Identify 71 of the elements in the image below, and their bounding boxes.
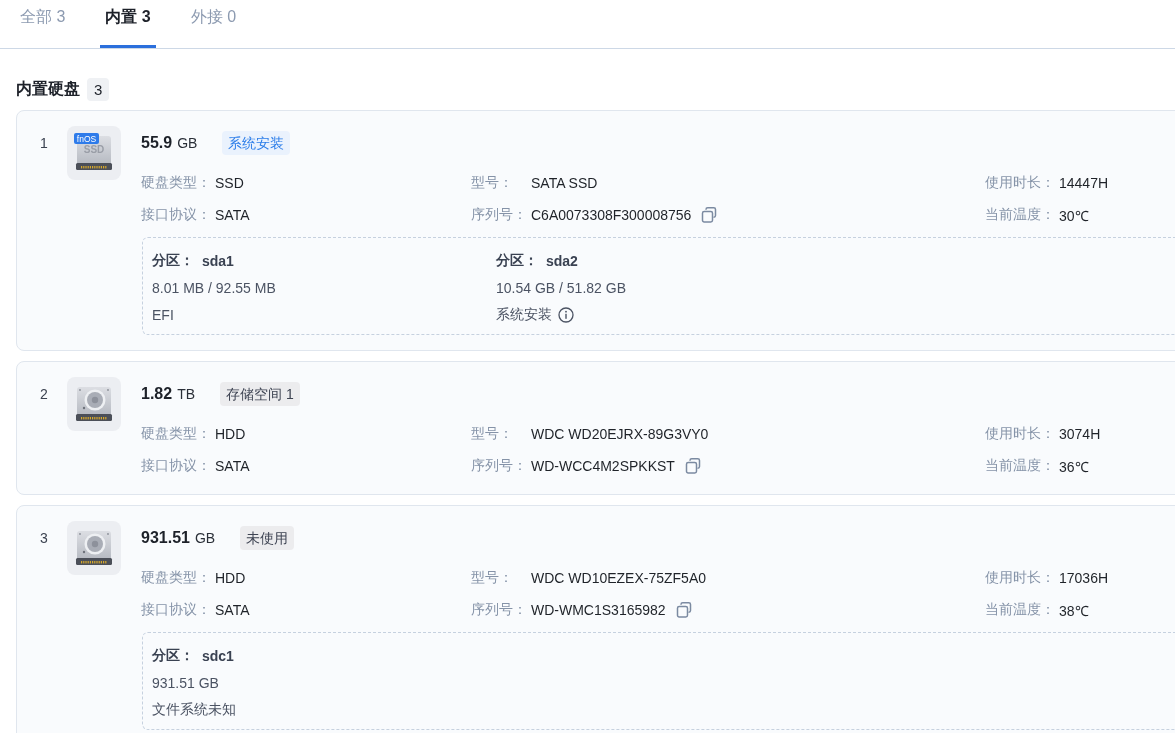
field-value: 30℃ — [1059, 206, 1089, 225]
field-label: 型号： — [471, 569, 514, 587]
field-value: WD-WMC1S3165982 — [531, 602, 666, 618]
field-label: 序列号： — [471, 457, 528, 475]
copy-icon[interactable] — [701, 207, 718, 223]
partition-filesystem: 文件系统未知 — [152, 700, 236, 719]
tab[interactable]: 外接 0 — [185, 0, 242, 48]
partition-filesystem: 系统安装 — [496, 305, 552, 324]
disk-index: 3 — [40, 529, 49, 548]
partition-name: sda1 — [202, 252, 234, 269]
section-title: 内置硬盘 — [16, 78, 80, 99]
field-value: WD-WCC4M2SPKKST — [531, 458, 675, 474]
capacity-unit: TB — [177, 386, 196, 402]
field-value: SSD — [215, 175, 244, 191]
capacity-unit: GB — [177, 135, 198, 151]
partition-label: 分区： — [152, 251, 194, 270]
field-label: 当前温度： — [985, 601, 1056, 619]
field-value: 36℃ — [1059, 457, 1089, 476]
field-value: SATA — [215, 207, 250, 223]
capacity-value: 1.82 — [141, 385, 173, 403]
disk-index: 1 — [40, 134, 49, 153]
hard-drive-icon — [67, 521, 121, 575]
field-value: SATA — [215, 458, 250, 474]
field-value: SATA — [215, 602, 250, 618]
field-label: 当前温度： — [985, 206, 1056, 224]
partition-usage: 8.01 MB / 92.55 MB — [152, 279, 276, 296]
partition-name: sdc1 — [202, 647, 234, 664]
field-value: 3074H — [1059, 426, 1101, 442]
field-label: 使用时长： — [985, 569, 1056, 587]
info-icon[interactable] — [558, 306, 574, 323]
partition-usage: 10.54 GB / 51.82 GB — [496, 279, 626, 296]
field-value: 38℃ — [1059, 601, 1089, 620]
tab[interactable]: 内置 3 — [100, 0, 156, 48]
disk-index: 2 — [40, 385, 49, 404]
field-label: 使用时长： — [985, 425, 1056, 443]
field-label: 当前温度： — [985, 457, 1056, 475]
field-label: 接口协议： — [141, 601, 212, 619]
field-value: HDD — [215, 426, 246, 442]
status-tag: 存储空间 1 — [220, 382, 300, 406]
partition-filesystem: EFI — [152, 306, 174, 323]
field-label: 序列号： — [471, 601, 528, 619]
field-value: C6A0073308F300008756 — [531, 207, 692, 223]
copy-icon[interactable] — [675, 602, 692, 618]
field-label: 型号： — [471, 174, 514, 192]
partition-label: 分区： — [496, 251, 538, 270]
field-label: 接口协议： — [141, 457, 212, 475]
field-value: WDC WD10EZEX-75ZF5A0 — [531, 570, 707, 586]
field-label: 接口协议： — [141, 206, 212, 224]
partition-label: 分区： — [152, 646, 194, 665]
status-tag: 未使用 — [240, 526, 295, 550]
field-value: 17036H — [1059, 570, 1109, 586]
field-label: 硬盘类型： — [141, 174, 212, 192]
field-label: 型号： — [471, 425, 514, 443]
field-label: 硬盘类型： — [141, 425, 212, 443]
status-tag: 系统安装 — [222, 131, 291, 155]
field-label: 序列号： — [471, 206, 528, 224]
field-label: 硬盘类型： — [141, 569, 212, 587]
field-label: 使用时长： — [985, 174, 1056, 192]
field-value: SATA SSD — [531, 175, 598, 191]
field-value: WDC WD20EJRX-89G3VY0 — [531, 426, 709, 442]
tab[interactable]: 全部 3 — [15, 0, 71, 48]
field-value: 14447H — [1059, 175, 1109, 191]
partition-usage: 931.51 GB — [152, 674, 219, 691]
capacity-value: 931.51 — [141, 529, 190, 547]
capacity-unit: GB — [194, 530, 216, 546]
field-value: HDD — [215, 570, 246, 586]
capacity-value: 55.9 — [141, 134, 173, 152]
hard-drive-icon — [67, 377, 121, 431]
copy-icon[interactable] — [684, 458, 701, 474]
disk-count: 3 — [87, 77, 110, 101]
partition-name: sda2 — [546, 252, 578, 269]
